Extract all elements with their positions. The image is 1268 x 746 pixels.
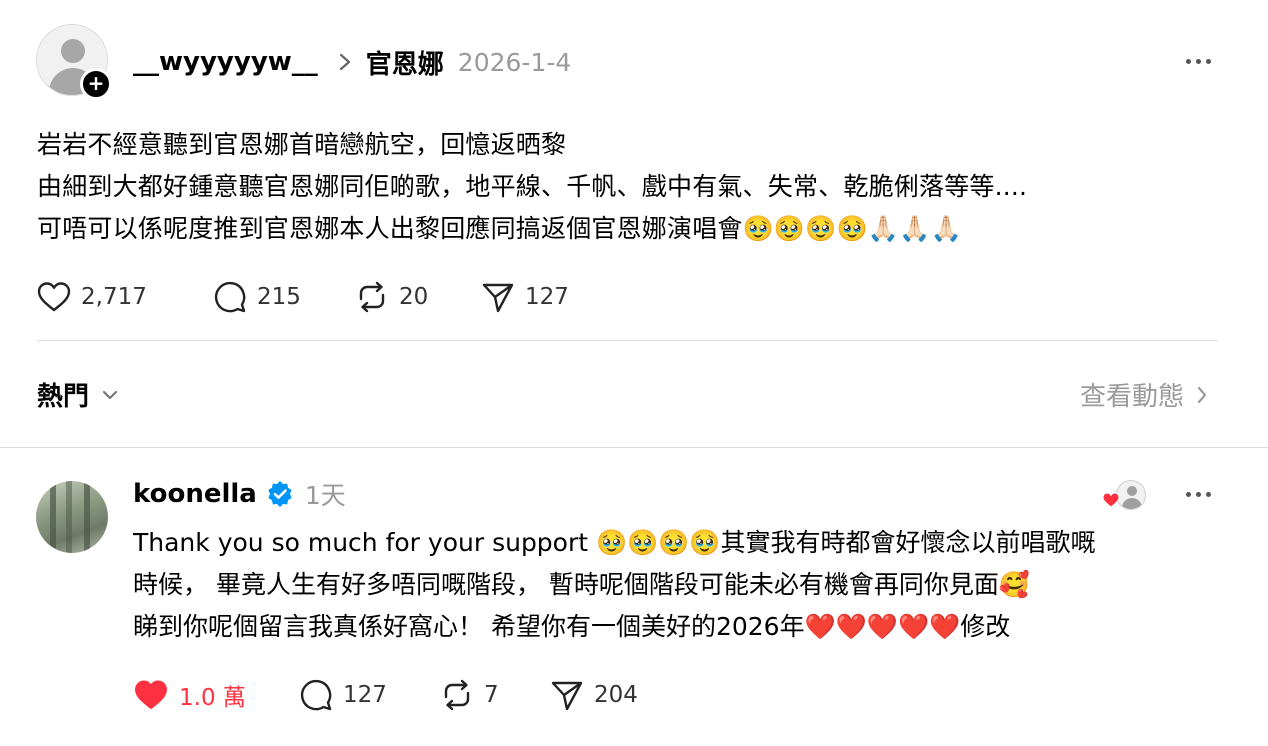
share-count: 127	[525, 284, 569, 310]
comment-bubble-icon	[300, 679, 332, 711]
repost-icon	[359, 281, 385, 313]
reply-repost-button[interactable]: 7	[440, 678, 550, 712]
comment-button[interactable]: 215	[213, 280, 355, 314]
view-activity-label: 查看動態	[1079, 382, 1184, 412]
reply-share-count: 204	[594, 682, 638, 708]
share-button[interactable]: 127	[481, 280, 601, 314]
reply-like-button[interactable]: 1.0 萬	[133, 678, 299, 712]
post-line: 可唔可以係呢度推到官恩娜本人出黎回應同搞返個官恩娜演唱會🥹🥹🥹🥹🙏🏻🙏🏻🙏🏻	[37, 214, 962, 243]
send-icon	[482, 283, 514, 313]
reply-header: koonella 1天	[133, 476, 346, 512]
reply-share-button[interactable]: 204	[550, 678, 670, 712]
reply-more-dots-icon[interactable]	[1184, 490, 1214, 500]
post-username[interactable]: __wyyyyyw__	[133, 47, 318, 77]
post-target-name[interactable]: 官恩娜	[366, 44, 444, 81]
chevron-right-icon	[339, 53, 350, 71]
verified-badge-icon	[268, 481, 292, 507]
sort-filter-dropdown[interactable]: 熱門	[37, 376, 119, 413]
like-button[interactable]: 2,717	[37, 281, 213, 313]
divider	[37, 340, 1218, 341]
reply-line: 睇到你呢個留言我真係好窩心！ 希望你有一個美好的2026年❤️❤️❤️❤️❤️修…	[133, 612, 1011, 641]
reply-like-count: 1.0 萬	[179, 685, 246, 711]
post-actions: 2,717 215 20 127	[37, 280, 601, 314]
reply-age[interactable]: 1天	[305, 476, 346, 512]
reply-author-avatar[interactable]	[36, 481, 108, 553]
repost-icon	[444, 679, 470, 711]
heart-icon	[1102, 492, 1120, 508]
sort-filter-label: 熱門	[37, 382, 90, 412]
post-more-dots-icon[interactable]	[1184, 57, 1214, 67]
comment-count: 215	[257, 284, 301, 310]
post-line: 岩岩不經意聽到官恩娜首暗戀航空，回憶返晒黎	[37, 130, 567, 159]
author-liked-indicator	[1102, 480, 1148, 512]
post-line: 由細到大都好鍾意聽官恩娜同佢啲歌，地平線、千帆、戲中有氣、失常、乾脆俐落等等..…	[37, 172, 1028, 201]
reply-comment-count: 127	[343, 682, 387, 708]
chevron-down-icon	[102, 390, 118, 399]
reply-body: Thank you so much for your support 🥹🥹🥹🥹其…	[133, 522, 1223, 648]
reply-line: 時候， 畢竟人生有好多唔同嘅階段， 暫時呢個階段可能未必有機會再同你見面🥰	[133, 570, 1031, 599]
repost-count: 20	[399, 284, 429, 310]
reply-repost-count: 7	[484, 682, 499, 708]
post-header: __wyyyyyw__ 官恩娜 2026-1-4	[133, 44, 571, 80]
post-date[interactable]: 2026-1-4	[458, 48, 571, 77]
chevron-right-icon	[1197, 386, 1207, 403]
comment-bubble-icon	[214, 281, 246, 313]
liker-avatar	[1116, 480, 1146, 510]
reply-line: Thank you so much for your support 🥹🥹🥹🥹其…	[133, 528, 1096, 557]
like-count: 2,717	[81, 284, 147, 310]
reply-actions: 1.0 萬 127 7 204	[133, 678, 670, 712]
repost-button[interactable]: 20	[355, 280, 481, 314]
follow-plus-icon[interactable]: +	[80, 68, 112, 100]
post-body: 岩岩不經意聽到官恩娜首暗戀航空，回憶返晒黎 由細到大都好鍾意聽官恩娜同佢啲歌，地…	[37, 124, 1227, 250]
reply-username[interactable]: koonella	[133, 479, 257, 509]
send-icon	[551, 681, 583, 711]
section-divider	[0, 447, 1268, 448]
heart-icon	[37, 282, 71, 312]
view-activity-link[interactable]: 查看動態	[1080, 376, 1208, 413]
reply-comment-button[interactable]: 127	[299, 678, 440, 712]
heart-filled-icon	[135, 680, 167, 709]
